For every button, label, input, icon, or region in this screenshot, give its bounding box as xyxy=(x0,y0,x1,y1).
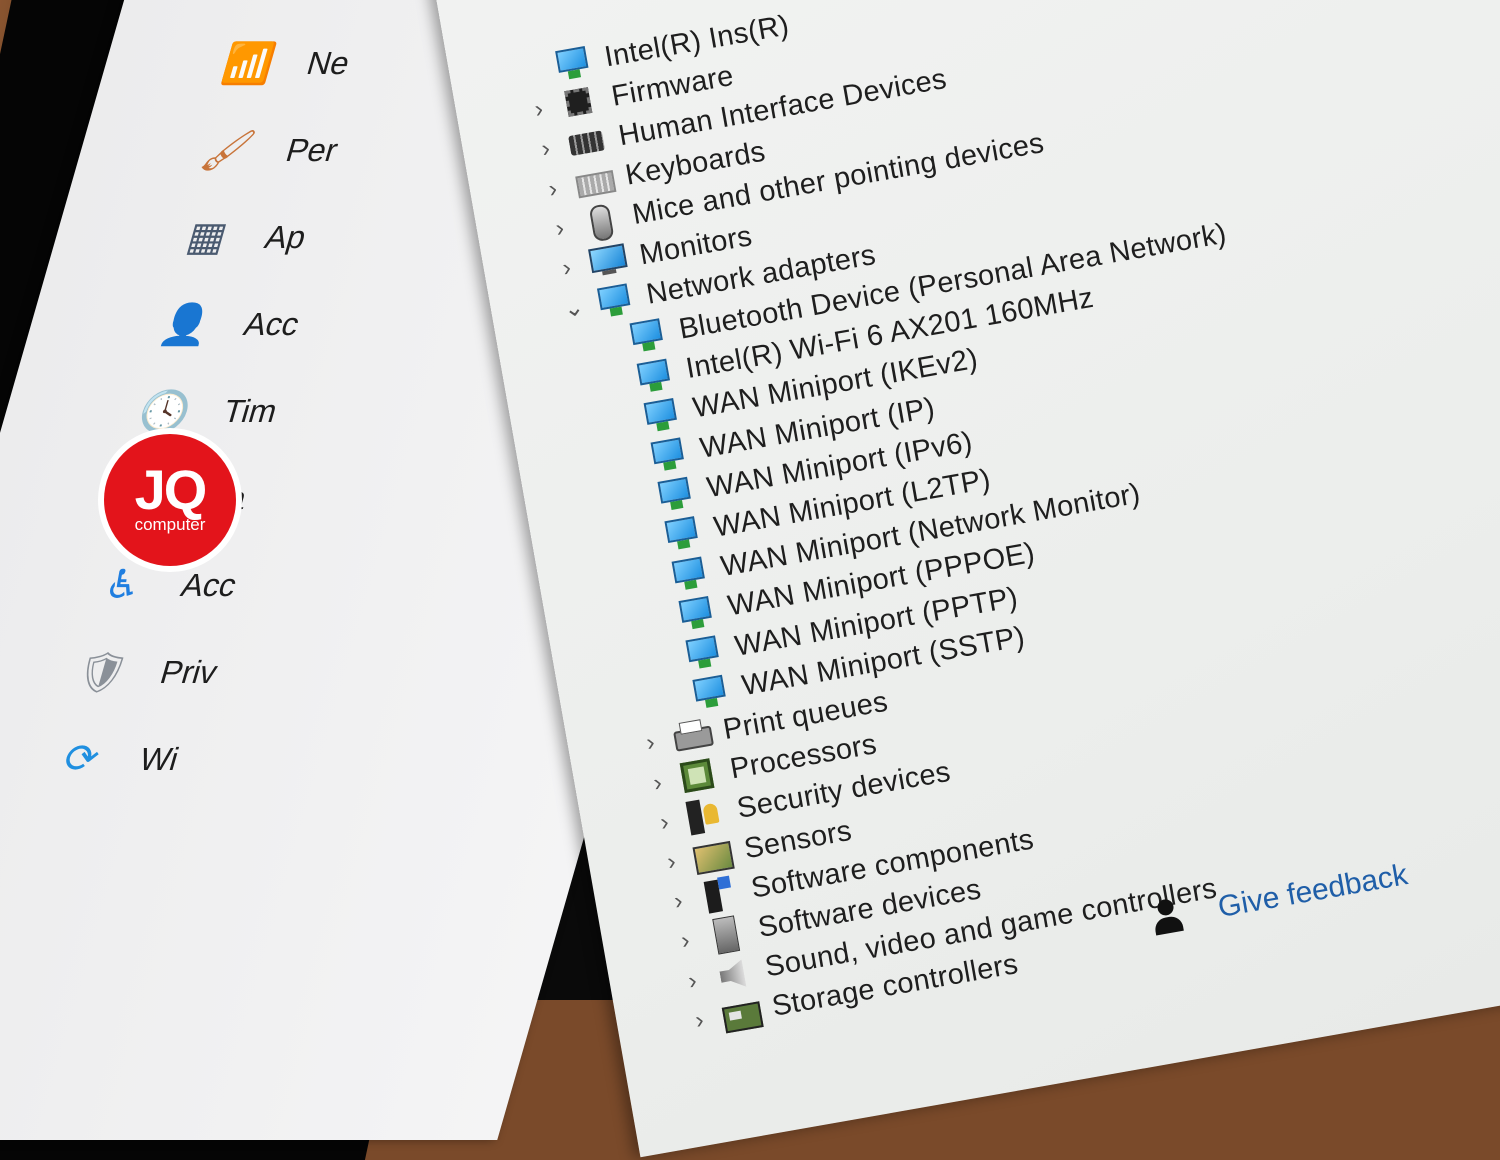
chevron-right-icon[interactable]: › xyxy=(644,767,672,799)
update-icon: ⟳ xyxy=(58,737,105,781)
network-adapter-icon xyxy=(674,593,717,633)
chevron-right-icon[interactable]: › xyxy=(525,94,553,126)
settings-nav-item[interactable]: 🕓 Tim xyxy=(133,388,283,434)
settings-nav-label: Ap xyxy=(261,218,311,255)
chevron-right-icon[interactable]: › xyxy=(678,965,706,997)
network-adapter-icon xyxy=(653,474,696,514)
settings-nav-item[interactable]: ▦ Ap xyxy=(178,214,312,260)
settings-nav-label: Tim xyxy=(219,392,282,429)
chevron-right-icon[interactable]: › xyxy=(685,1005,713,1037)
wifi-icon: 📶 xyxy=(217,41,281,86)
network-adapter-icon xyxy=(681,633,724,673)
shield-icon: 🛡 xyxy=(70,650,134,695)
settings-nav-item[interactable]: 🖌 Per xyxy=(196,127,344,173)
chevron-right-icon[interactable]: › xyxy=(637,728,665,760)
settings-nav-label: Acc xyxy=(240,305,304,342)
logo-text: JQ xyxy=(134,458,208,521)
hid-icon xyxy=(565,123,608,163)
logo-subtext: computer xyxy=(134,515,206,534)
chevron-right-icon[interactable] xyxy=(520,68,544,72)
keyboard-icon xyxy=(572,162,615,202)
chevron-right-icon[interactable]: › xyxy=(539,173,567,205)
settings-nav-label: Per xyxy=(282,131,343,168)
chevron-down-icon[interactable]: ⌄ xyxy=(560,292,589,325)
firmware-chip-icon xyxy=(558,83,601,123)
chevron-right-icon[interactable]: › xyxy=(664,886,692,918)
clock-globe-icon: 🕓 xyxy=(133,389,197,434)
network-adapter-icon xyxy=(639,395,682,435)
network-adapter-icon xyxy=(593,281,636,321)
jq-computer-logo: JQ computer xyxy=(98,428,242,572)
settings-nav-label: Priv xyxy=(156,653,222,690)
processor-icon xyxy=(676,756,719,796)
security-key-icon xyxy=(683,796,726,836)
settings-nav-item[interactable]: 🛡 Priv xyxy=(70,649,223,695)
settings-nav-item[interactable]: 👤 Acc xyxy=(154,301,306,347)
settings-nav-label: Acc xyxy=(177,566,242,603)
accessibility-icon: ♿ xyxy=(99,563,148,607)
network-adapter-icon xyxy=(551,43,594,83)
brush-icon: 🖌 xyxy=(196,128,260,173)
feedback-person-icon xyxy=(1150,894,1192,940)
software-device-icon xyxy=(704,914,747,954)
sensor-icon xyxy=(690,835,733,875)
chevron-right-icon[interactable]: › xyxy=(546,213,574,245)
settings-nav-label: Ne xyxy=(303,44,355,81)
chevron-right-icon[interactable]: › xyxy=(532,134,560,166)
network-adapter-icon xyxy=(688,672,731,712)
network-adapter-icon xyxy=(625,316,668,356)
network-adapter-icon xyxy=(667,553,710,593)
printer-icon xyxy=(670,716,713,756)
speaker-icon xyxy=(711,954,754,994)
network-adapter-icon xyxy=(646,435,689,475)
mouse-icon xyxy=(579,202,622,242)
monitor-icon xyxy=(586,241,629,281)
software-component-icon xyxy=(697,875,740,915)
network-adapter-icon xyxy=(632,356,675,396)
chevron-right-icon[interactable]: › xyxy=(553,253,581,285)
chevron-right-icon[interactable]: › xyxy=(651,807,679,839)
chevron-right-icon[interactable]: › xyxy=(657,846,685,878)
chevron-right-icon[interactable]: › xyxy=(671,926,699,958)
network-adapter-icon xyxy=(660,514,703,554)
settings-nav-item[interactable]: 📶 Ne xyxy=(217,40,355,86)
apps-icon: ▦ xyxy=(181,215,233,259)
settings-nav-label: Wi xyxy=(135,740,184,777)
settings-nav-item[interactable]: ⟳ Wi xyxy=(52,736,185,782)
account-icon: 👤 xyxy=(154,302,218,347)
